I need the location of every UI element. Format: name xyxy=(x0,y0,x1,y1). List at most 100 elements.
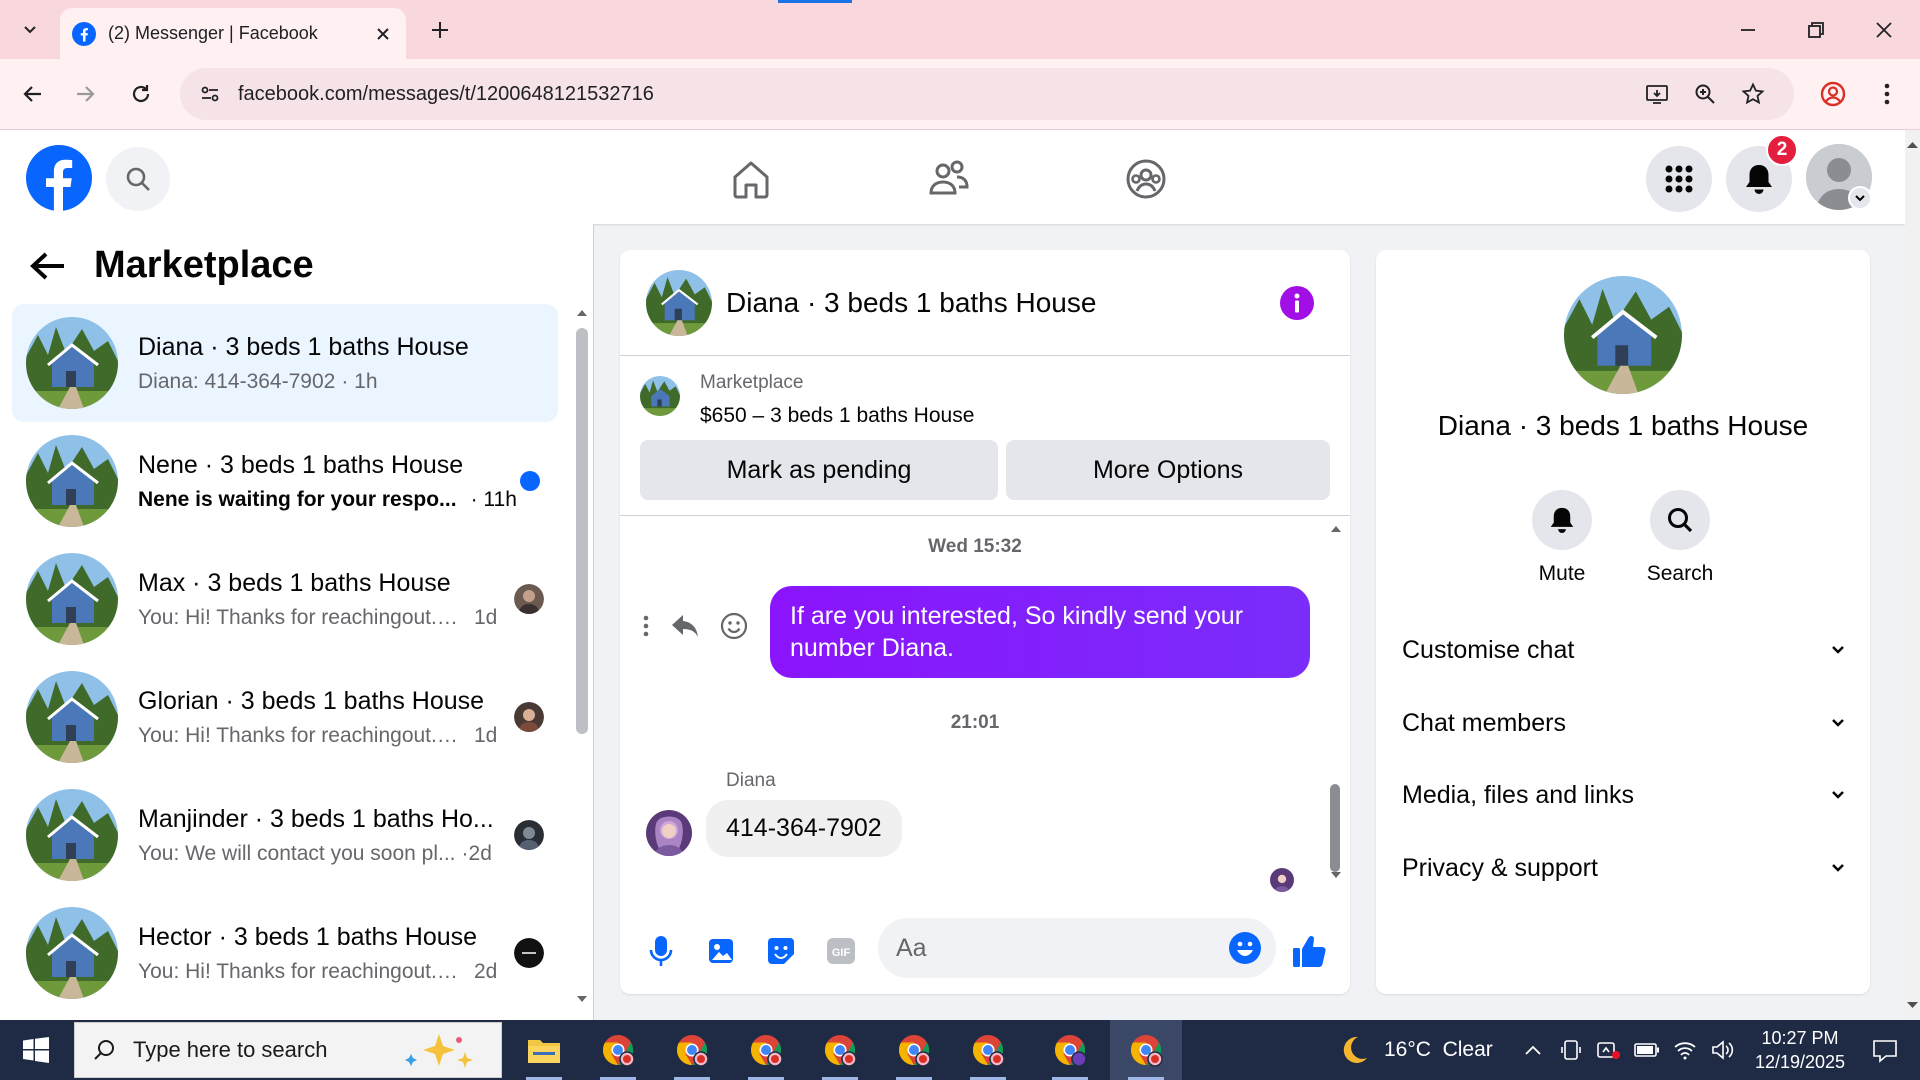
tab-title: (2) Messenger | Facebook xyxy=(108,23,318,43)
address-bar[interactable]: facebook.com/messages/t/1200648121532716 xyxy=(180,68,1794,120)
bell-icon[interactable] xyxy=(1532,490,1592,550)
conversation-item-glorian[interactable]: Glorian · 3 beds 1 baths House You: Hi! … xyxy=(12,658,558,776)
mute-button[interactable]: Mute xyxy=(1512,490,1612,586)
gif-icon[interactable]: GIF xyxy=(822,932,860,970)
sidebar-scrollbar-thumb[interactable] xyxy=(576,328,588,734)
seen-avatar xyxy=(514,938,544,968)
conversation-name: Diana · 3 beds 1 baths House xyxy=(138,332,469,361)
windows-start-icon[interactable] xyxy=(0,1020,72,1080)
info-icon[interactable] xyxy=(1280,285,1314,320)
facebook-search-icon[interactable] xyxy=(106,147,170,211)
chrome-active-icon[interactable] xyxy=(1110,1020,1182,1080)
search-icon[interactable] xyxy=(1650,490,1710,550)
photo-icon[interactable] xyxy=(702,932,740,970)
browser-tab-active[interactable]: (2) Messenger | Facebook xyxy=(60,8,406,59)
conversation-item-diana[interactable]: Diana · 3 beds 1 baths House Diana: 414-… xyxy=(12,304,558,422)
conversation-time: 1d xyxy=(474,605,498,629)
chrome-profile-6-icon[interactable] xyxy=(952,1020,1024,1080)
action-center-icon[interactable] xyxy=(1868,1034,1902,1068)
site-settings-icon[interactable] xyxy=(192,76,228,112)
browser-menu-icon[interactable] xyxy=(1868,75,1906,113)
chat-title[interactable]: Diana · 3 beds 1 baths House xyxy=(726,287,1280,319)
taskbar-clock[interactable]: 10:27 PM 12/19/2025 xyxy=(1740,1026,1860,1074)
page-scrollbar[interactable] xyxy=(1905,130,1920,1020)
privacy-support-section[interactable]: Privacy & support xyxy=(1402,838,1846,898)
sidebar-title: Marketplace xyxy=(94,244,314,286)
chat-avatar[interactable] xyxy=(646,269,712,336)
menu-grid-icon[interactable] xyxy=(1646,146,1712,212)
chrome-profile-3-icon[interactable] xyxy=(730,1020,802,1080)
details-name: Diana · 3 beds 1 baths House xyxy=(1437,410,1809,441)
chevron-down-icon xyxy=(1830,787,1846,803)
wifi-icon[interactable] xyxy=(1672,1037,1698,1063)
forward-arrow-icon[interactable] xyxy=(66,75,104,113)
chat-members-section[interactable]: Chat members xyxy=(1402,693,1846,753)
tab-search-dropdown-icon[interactable] xyxy=(14,14,46,46)
file-explorer-icon[interactable] xyxy=(508,1020,580,1080)
taskbar-search-box[interactable]: Type here to search xyxy=(74,1022,502,1078)
weather-widget[interactable]: 16°C Clear xyxy=(1338,1020,1493,1080)
message-actions xyxy=(642,612,748,640)
home-icon[interactable] xyxy=(716,144,786,214)
outgoing-message-bubble[interactable]: If are you interested, So kindly send yo… xyxy=(770,586,1310,678)
message-input-box[interactable] xyxy=(878,918,1276,978)
device-icon[interactable] xyxy=(1558,1037,1584,1063)
more-vertical-icon[interactable] xyxy=(642,614,650,638)
close-window-icon[interactable] xyxy=(1862,10,1906,50)
listing-title[interactable]: $650 – 3 beds 1 baths House xyxy=(700,404,974,428)
search-label: Search xyxy=(1646,562,1714,585)
conversation-item-manjinder[interactable]: Manjinder · 3 beds 1 baths Ho... You: We… xyxy=(12,776,558,894)
chrome-profile-1-icon[interactable] xyxy=(582,1020,654,1080)
new-tab-plus-icon[interactable] xyxy=(424,14,456,46)
volume-icon[interactable] xyxy=(1710,1037,1736,1063)
thumbs-up-icon[interactable] xyxy=(1290,932,1328,970)
customise-chat-section[interactable]: Customise chat xyxy=(1402,620,1846,680)
sticker-icon[interactable] xyxy=(762,932,800,970)
listing-house-thumbnail xyxy=(26,671,118,763)
sender-name: Diana xyxy=(726,770,776,791)
battery-icon[interactable] xyxy=(1634,1037,1660,1063)
search-icon xyxy=(93,1038,117,1062)
conversation-item-hector[interactable]: Hector · 3 beds 1 baths House You: Hi! T… xyxy=(12,894,558,1012)
install-app-icon[interactable] xyxy=(1640,77,1674,111)
zoom-icon[interactable] xyxy=(1688,77,1722,111)
conversation-item-nene[interactable]: Nene · 3 beds 1 baths House Nene is wait… xyxy=(12,422,558,540)
incoming-message-bubble[interactable]: 414-364-7902 xyxy=(706,800,902,857)
groups-icon[interactable] xyxy=(1111,144,1181,214)
media-files-links-section[interactable]: Media, files and links xyxy=(1402,765,1846,825)
url-text[interactable]: facebook.com/messages/t/1200648121532716 xyxy=(238,83,1640,106)
microphone-icon[interactable] xyxy=(642,932,680,970)
emoji-icon[interactable] xyxy=(1228,931,1262,965)
tab-close-icon[interactable] xyxy=(368,19,398,49)
meet-now-icon[interactable] xyxy=(1596,1037,1622,1063)
conversation-item-max[interactable]: Max · 3 beds 1 baths House You: Hi! Than… xyxy=(12,540,558,658)
sender-avatar[interactable] xyxy=(646,810,692,856)
friends-icon[interactable] xyxy=(914,144,984,214)
chrome-profile-5-icon[interactable] xyxy=(878,1020,950,1080)
bookmark-star-icon[interactable] xyxy=(1736,77,1770,111)
listing-thumbnail[interactable] xyxy=(640,376,680,416)
chrome-profile-2-icon[interactable] xyxy=(656,1020,728,1080)
restore-window-icon[interactable] xyxy=(1794,10,1838,50)
message-input[interactable] xyxy=(896,933,1228,963)
profile-icon[interactable] xyxy=(1814,75,1852,113)
chrome-profile-j-icon[interactable] xyxy=(1034,1020,1106,1080)
more-options-button[interactable]: More Options xyxy=(1006,440,1330,500)
reload-icon[interactable] xyxy=(122,75,160,113)
facebook-logo-icon[interactable] xyxy=(26,145,92,211)
details-avatar[interactable] xyxy=(1564,276,1682,394)
react-smiley-icon[interactable] xyxy=(720,612,748,640)
mark-as-pending-button[interactable]: Mark as pending xyxy=(640,440,998,500)
back-arrow-icon[interactable] xyxy=(30,251,66,281)
minimize-window-icon[interactable] xyxy=(1726,10,1770,50)
chevron-up-icon[interactable] xyxy=(1520,1037,1546,1063)
clock-time: 10:27 PM xyxy=(1761,1028,1839,1048)
search-in-conversation-button[interactable]: Search xyxy=(1630,490,1730,586)
chrome-profile-4-icon[interactable] xyxy=(804,1020,876,1080)
browser-tab-bar: (2) Messenger | Facebook xyxy=(0,0,1920,59)
account-chevron-down-icon[interactable] xyxy=(1848,186,1872,210)
reply-icon[interactable] xyxy=(670,612,700,640)
back-arrow-icon[interactable] xyxy=(14,75,52,113)
clock-date: 12/19/2025 xyxy=(1754,1052,1846,1072)
chat-scrollbar-thumb[interactable] xyxy=(1330,784,1340,872)
